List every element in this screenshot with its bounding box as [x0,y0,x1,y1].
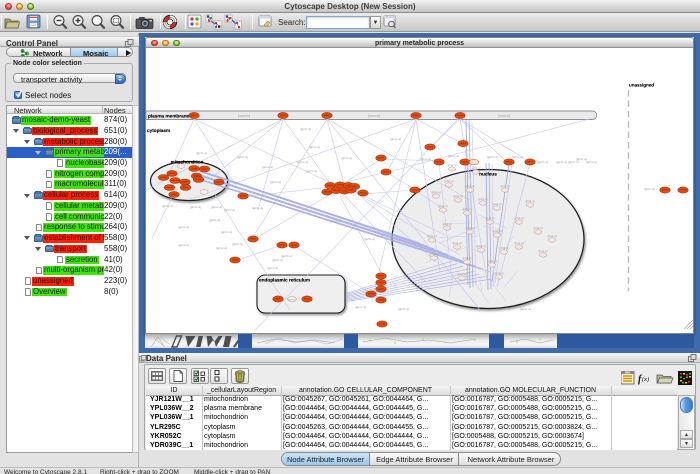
svg-text:[prot a]: [prot a] [515,216,524,220]
svg-text:[gene a]: [gene a] [162,204,173,208]
svg-text:[prot a]: [prot a] [445,179,454,183]
svg-text:[gene a]: [gene a] [487,155,498,159]
svg-text:[mem b]: [mem b] [368,114,380,118]
svg-text:[gene a]: [gene a] [586,160,597,164]
svg-text:[gene a]: [gene a] [398,307,409,311]
svg-text:[gene a]: [gene a] [221,230,232,234]
svg-text:[prot a]: [prot a] [466,226,475,230]
svg-text:[prot a]: [prot a] [428,234,437,238]
svg-text:[prot a]: [prot a] [448,163,457,167]
svg-text:[prot a]: [prot a] [526,199,535,203]
svg-text:nucleus: nucleus [479,172,497,177]
svg-text:[prot a]: [prot a] [454,194,463,198]
svg-text:[prot a]: [prot a] [548,234,557,238]
svg-text:[gene a]: [gene a] [341,156,352,160]
svg-text:[gene a]: [gene a] [448,154,459,158]
svg-text:[gene a]: [gene a] [196,151,207,155]
svg-text:[gene a]: [gene a] [178,243,189,247]
svg-text:[prot a]: [prot a] [466,184,475,188]
svg-text:[prot a]: [prot a] [463,256,472,260]
svg-text:[prot a]: [prot a] [477,244,486,248]
svg-text:[prot a]: [prot a] [472,166,481,170]
svg-text:[prot a]: [prot a] [539,249,548,253]
svg-text:[prot a]: [prot a] [493,229,502,233]
svg-text:[gene a]: [gene a] [270,180,281,184]
svg-text:[gene a]: [gene a] [216,246,227,250]
svg-text:[gene a]: [gene a] [297,160,308,164]
svg-text:[gene a]: [gene a] [568,160,579,164]
svg-text:[gene a]: [gene a] [556,160,567,164]
svg-text:[gene a]: [gene a] [420,157,431,161]
svg-text:[prot a]: [prot a] [463,207,472,211]
svg-text:[gene a]: [gene a] [232,242,243,246]
svg-text:[prot a]: [prot a] [515,241,524,245]
svg-text:[gene a]: [gene a] [272,258,283,262]
svg-text:[prot a]: [prot a] [458,272,467,276]
svg-text:[gene a]: [gene a] [237,155,248,159]
svg-text:[gene a]: [gene a] [330,219,341,223]
svg-text:[prot a]: [prot a] [488,259,497,263]
svg-text:[gene a]: [gene a] [364,237,375,241]
svg-text:[gene a]: [gene a] [537,160,548,164]
svg-text:[prot a]: [prot a] [439,204,448,208]
svg-text:plasma membrane: plasma membrane [148,113,190,118]
svg-text:[prot a]: [prot a] [486,216,495,220]
svg-text:[gene a]: [gene a] [267,266,278,270]
svg-text:[gene a]: [gene a] [190,205,201,209]
svg-text:cytoplasm: cytoplasm [147,128,170,133]
svg-text:[gene a]: [gene a] [209,218,220,222]
svg-text:[gene a]: [gene a] [520,307,531,311]
svg-text:endoplasmic reticulum: endoplasmic reticulum [259,278,310,283]
svg-text:[gene a]: [gene a] [390,137,401,141]
svg-text:[prot a]: [prot a] [479,197,488,201]
svg-text:[gene a]: [gene a] [211,205,222,209]
svg-text:[gene a]: [gene a] [178,225,189,229]
svg-text:[prot a]: [prot a] [430,252,439,256]
svg-text:[prot a]: [prot a] [443,222,452,226]
svg-text:[gene a]: [gene a] [512,155,523,159]
svg-text:[gene a]: [gene a] [300,127,311,131]
svg-text:[gene a]: [gene a] [644,187,655,191]
svg-text:[mem b]: [mem b] [238,114,250,118]
svg-text:[prot a]: [prot a] [453,241,462,245]
svg-text:[prot a]: [prot a] [501,184,510,188]
svg-text:unassigned: unassigned [629,83,654,88]
svg-text:[gene a]: [gene a] [252,206,263,210]
svg-text:[gene a]: [gene a] [309,145,320,149]
svg-text:[sec1]: [sec1] [288,297,296,301]
svg-text:[prot a]: [prot a] [432,190,441,194]
svg-text:[gene a]: [gene a] [306,169,317,173]
svg-text:[prot a]: [prot a] [500,246,509,250]
svg-text:mitochondrion: mitochondrion [171,160,204,165]
svg-text:[prot a]: [prot a] [495,271,504,275]
svg-text:[gene a]: [gene a] [355,305,366,309]
svg-text:[prot a]: [prot a] [493,202,502,206]
svg-text:(x): (x) [642,376,649,383]
svg-text:[mem b]: [mem b] [498,114,510,118]
svg-text:[gene a]: [gene a] [262,165,273,169]
svg-text:[prot a]: [prot a] [534,226,543,230]
svg-text:[gene a]: [gene a] [224,208,235,212]
